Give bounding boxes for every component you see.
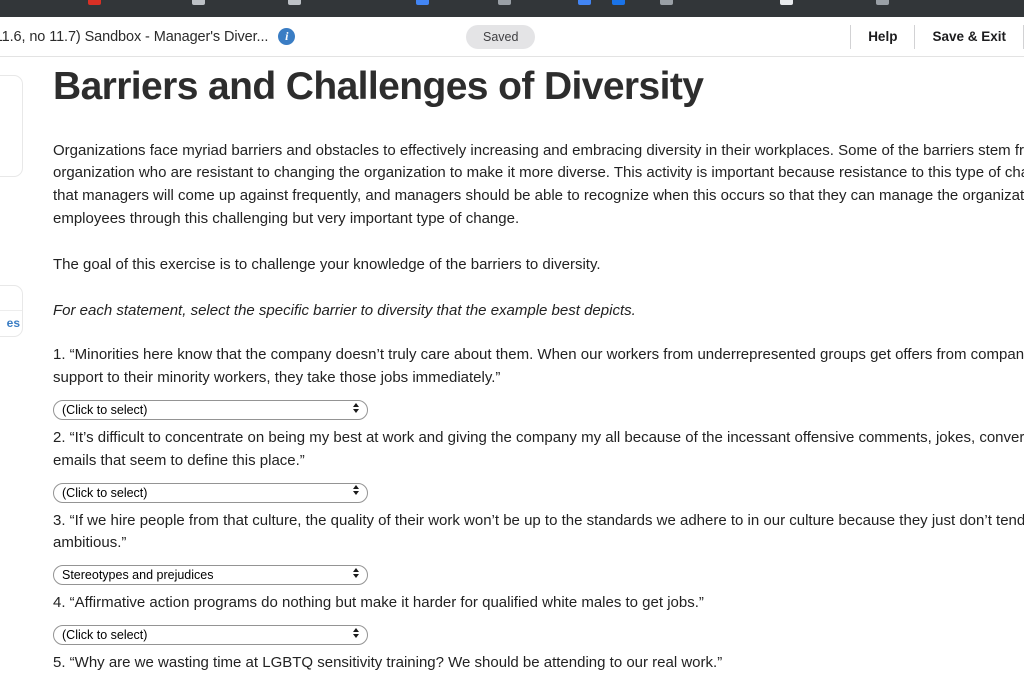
quiz-item: 2. “It’s difficult to concentrate on bei…	[53, 427, 1024, 503]
quiz-select-wrapper[interactable]: Stereotypes and prejudices	[53, 560, 368, 586]
quiz-select-1[interactable]: (Click to select)	[53, 400, 368, 421]
quiz-list: 1. “Minorities here know that the compan…	[53, 344, 1024, 674]
bookmark-item[interactable]	[612, 0, 625, 5]
status-badge-saved: Saved	[466, 24, 536, 49]
card-link[interactable]: es	[7, 316, 20, 330]
quiz-question-text: 2. “It’s difficult to concentrate on bei…	[53, 429, 1024, 469]
quiz-select-wrapper[interactable]: (Click to select)	[53, 478, 368, 503]
quiz-question-text: 1. “Minorities here know that the compan…	[53, 346, 1024, 387]
bookmark-item[interactable]	[88, 0, 101, 5]
info-icon[interactable]: i	[278, 28, 296, 45]
quiz-question-text: 3. “If we hire people from that culture,…	[53, 511, 1024, 552]
bookmark-item[interactable]	[416, 0, 429, 5]
quiz-select-4[interactable]: (Click to select)	[53, 625, 368, 646]
bookmark-item[interactable]	[780, 0, 793, 5]
bookmark-item[interactable]	[578, 0, 591, 5]
header-actions: Help Save & Exit	[850, 24, 1024, 50]
bookmark-item[interactable]	[876, 0, 889, 5]
help-button[interactable]: Help	[851, 24, 914, 50]
card-divider	[0, 310, 22, 311]
page-title: Barriers and Challenges of Diversity	[53, 65, 704, 108]
quiz-item: 1. “Minorities here know that the compan…	[53, 344, 1024, 421]
bookmark-item[interactable]	[660, 0, 673, 5]
quiz-select-wrapper[interactable]: (Click to select)	[53, 395, 368, 421]
quiz-select-wrapper[interactable]: (Click to select)	[53, 620, 368, 646]
left-panel-card-top[interactable]	[0, 75, 23, 177]
goal-paragraph: The goal of this exercise is to challeng…	[53, 255, 601, 273]
quiz-question-text: 5. “Why are we wasting time at LGBTQ sen…	[53, 654, 723, 672]
header-title-group: -11.6, no 11.7) Sandbox - Manager's Dive…	[0, 28, 296, 45]
left-panel-card-bottom[interactable]: es	[0, 285, 23, 337]
quiz-select-3[interactable]: Stereotypes and prejudices	[53, 565, 368, 586]
quiz-select-2[interactable]: (Click to select)	[53, 482, 368, 503]
save-and-exit-button[interactable]: Save & Exit	[915, 24, 1023, 50]
quiz-question-text: 4. “Affirmative action programs do nothi…	[53, 594, 704, 612]
bookmark-item[interactable]	[288, 0, 301, 5]
instruction-paragraph: For each statement, select the specific …	[53, 301, 636, 319]
app-header: -11.6, no 11.7) Sandbox - Manager's Dive…	[0, 17, 1024, 57]
quiz-item: 3. “If we hire people from that culture,…	[53, 510, 1024, 586]
bookmark-item[interactable]	[498, 0, 511, 5]
intro-paragraph: Organizations face myriad barriers and o…	[53, 141, 1024, 228]
quiz-item: 4. “Affirmative action programs do nothi…	[53, 592, 1024, 646]
quiz-item: 5. “Why are we wasting time at LGBTQ sen…	[53, 652, 1024, 675]
page-title-truncated: -11.6, no 11.7) Sandbox - Manager's Dive…	[0, 28, 269, 45]
browser-bookmark-bar	[0, 0, 1024, 17]
bookmark-item[interactable]	[192, 0, 205, 5]
main-content: Barriers and Challenges of Diversity Org…	[53, 57, 1024, 682]
